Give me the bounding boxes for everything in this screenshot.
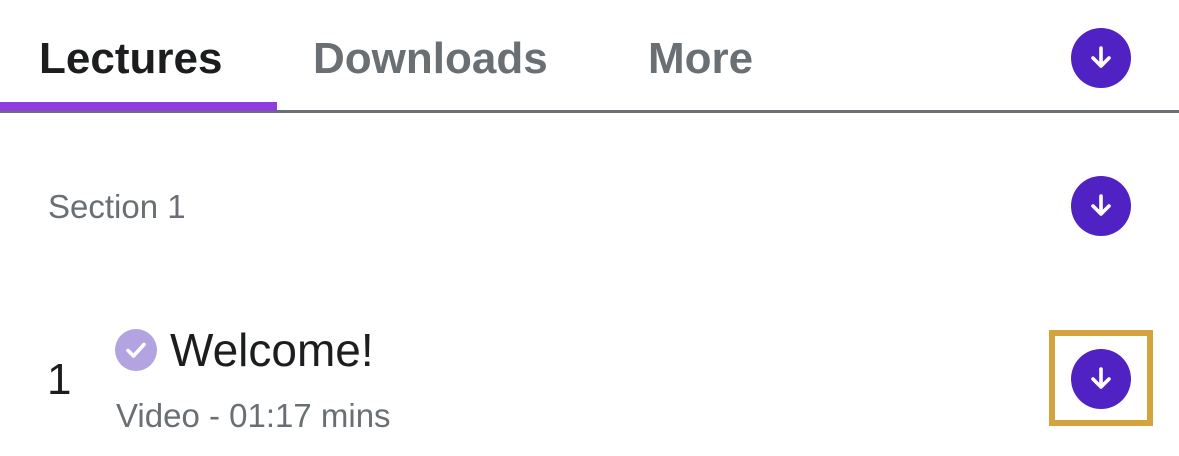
lecture-title[interactable]: Welcome! <box>170 324 374 376</box>
check-circle-icon <box>115 329 157 371</box>
download-section-button[interactable] <box>1071 176 1131 236</box>
course-content-page: Lectures Downloads More Section 1 1 Welc… <box>0 0 1179 456</box>
lecture-meta: Video - 01:17 mins <box>116 397 391 434</box>
tab-bar: Lectures Downloads More <box>0 0 1179 114</box>
download-lecture-button[interactable] <box>1071 349 1131 409</box>
download-all-button[interactable] <box>1071 28 1131 88</box>
lecture-number: 1 <box>47 355 72 404</box>
active-tab-indicator <box>0 102 277 111</box>
tab-more[interactable]: More <box>648 30 753 88</box>
download-arrow-icon <box>1091 46 1111 68</box>
tab-lectures[interactable]: Lectures <box>39 30 222 88</box>
section-title: Section 1 <box>48 188 186 225</box>
download-arrow-icon <box>1091 194 1111 216</box>
download-arrow-icon <box>1091 367 1111 389</box>
tab-downloads[interactable]: Downloads <box>313 30 548 88</box>
